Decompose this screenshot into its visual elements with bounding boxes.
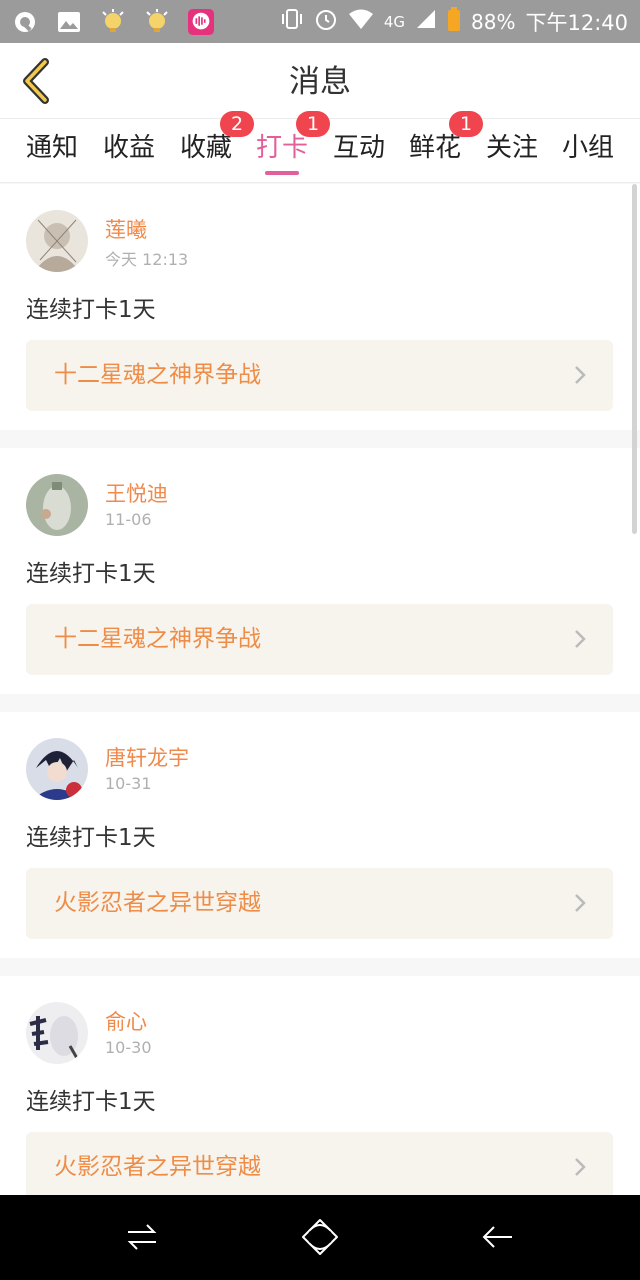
chat-app-icon xyxy=(188,8,214,35)
chevron-right-icon xyxy=(575,366,586,384)
tab-interaction[interactable]: 互动 xyxy=(333,119,385,183)
book-title: 十二星魂之神界争战 xyxy=(54,626,261,652)
message-card: 王悦迪 11-06 连续打卡1天 十二星魂之神界争战 xyxy=(0,448,640,694)
message-date: 10-30 xyxy=(105,1038,152,1057)
message-date: 今天 12:13 xyxy=(105,250,189,269)
avatar[interactable] xyxy=(26,474,88,536)
lightbulb-icon xyxy=(144,8,170,35)
message-card: 莲曦 今天 12:13 连续打卡1天 十二星魂之神界争战 xyxy=(0,184,640,430)
chevron-right-icon xyxy=(575,630,586,648)
unread-badge: 2 xyxy=(220,111,255,137)
lightbulb-icon xyxy=(100,8,126,35)
tab-notice[interactable]: 通知 xyxy=(26,119,78,183)
switch-icon xyxy=(127,1224,157,1250)
unread-badge: 1 xyxy=(449,111,484,137)
battery-percent: 88% xyxy=(471,9,516,34)
message-text: 连续打卡1天 xyxy=(26,825,156,851)
back-icon xyxy=(482,1226,512,1248)
wifi-icon xyxy=(348,8,374,35)
gallery-icon xyxy=(56,9,82,35)
message-text: 连续打卡1天 xyxy=(26,297,156,323)
scrollbar[interactable] xyxy=(632,184,637,534)
tab-label: 关注 xyxy=(486,133,539,163)
book-title: 十二星魂之神界争战 xyxy=(54,362,261,388)
network-type: 4G xyxy=(383,12,406,31)
tab-group[interactable]: 小组 xyxy=(562,119,614,183)
avatar[interactable] xyxy=(26,210,88,272)
user-name[interactable]: 唐轩龙宇 xyxy=(105,742,189,772)
message-date: 11-06 xyxy=(105,510,152,529)
system-nav-bar xyxy=(0,1195,640,1280)
chevron-right-icon xyxy=(575,1158,586,1176)
active-tab-indicator xyxy=(265,171,299,175)
book-link[interactable]: 十二星魂之神界争战 xyxy=(26,604,613,675)
avatar[interactable] xyxy=(26,1002,88,1064)
tab-favorites[interactable]: 收藏 2 xyxy=(180,111,255,183)
tab-checkin[interactable]: 打卡 1 xyxy=(256,111,331,183)
tab-label: 收益 xyxy=(103,133,156,163)
book-link[interactable]: 十二星魂之神界争战 xyxy=(26,340,613,411)
home-icon xyxy=(302,1219,338,1255)
tab-label: 通知 xyxy=(26,133,79,163)
message-date: 10-31 xyxy=(105,774,152,793)
tab-label: 小组 xyxy=(562,133,615,163)
unread-badge: 1 xyxy=(296,111,331,137)
signal-icon xyxy=(415,8,437,35)
header: 消息 xyxy=(0,43,640,119)
book-link[interactable]: 火影忍者之异世穿越 xyxy=(26,1132,613,1195)
browser-icon xyxy=(12,9,38,35)
message-card: 唐轩龙宇 10-31 连续打卡1天 火影忍者之异世穿越 xyxy=(0,712,640,958)
message-text: 连续打卡1天 xyxy=(26,1089,156,1115)
tab-earnings[interactable]: 收益 xyxy=(103,119,155,183)
user-name[interactable]: 王悦迪 xyxy=(105,478,168,508)
message-text: 连续打卡1天 xyxy=(26,561,156,587)
alarm-icon xyxy=(314,7,338,36)
avatar[interactable] xyxy=(26,738,88,800)
user-name[interactable]: 俞心 xyxy=(105,1006,147,1036)
tab-label: 互动 xyxy=(333,133,386,163)
battery-icon xyxy=(447,7,461,36)
book-title: 火影忍者之异世穿越 xyxy=(54,1154,261,1180)
clock: 下午12:40 xyxy=(525,10,628,35)
tab-bar: 通知 收益 收藏 2 打卡 1 互动 鲜花 1 关注 小组 xyxy=(0,111,640,183)
message-list: 莲曦 今天 12:13 连续打卡1天 十二星魂之神界争战 王悦迪 11-06 连… xyxy=(0,184,640,1195)
user-name[interactable]: 莲曦 xyxy=(105,214,147,244)
vibrate-icon xyxy=(280,8,304,35)
tab-follow[interactable]: 关注 xyxy=(486,119,538,183)
message-card: 俞心 10-30 连续打卡1天 火影忍者之异世穿越 xyxy=(0,976,640,1195)
recent-apps-button[interactable] xyxy=(120,1215,164,1259)
tab-flowers[interactable]: 鲜花 1 xyxy=(409,111,484,183)
home-button[interactable] xyxy=(298,1215,342,1259)
chevron-right-icon xyxy=(575,894,586,912)
back-nav-button[interactable] xyxy=(476,1215,520,1259)
status-bar: 4G 88% 下午12:40 xyxy=(0,0,640,43)
page-title: 消息 xyxy=(289,64,351,100)
book-link[interactable]: 火影忍者之异世穿越 xyxy=(26,868,613,939)
book-title: 火影忍者之异世穿越 xyxy=(54,890,261,916)
